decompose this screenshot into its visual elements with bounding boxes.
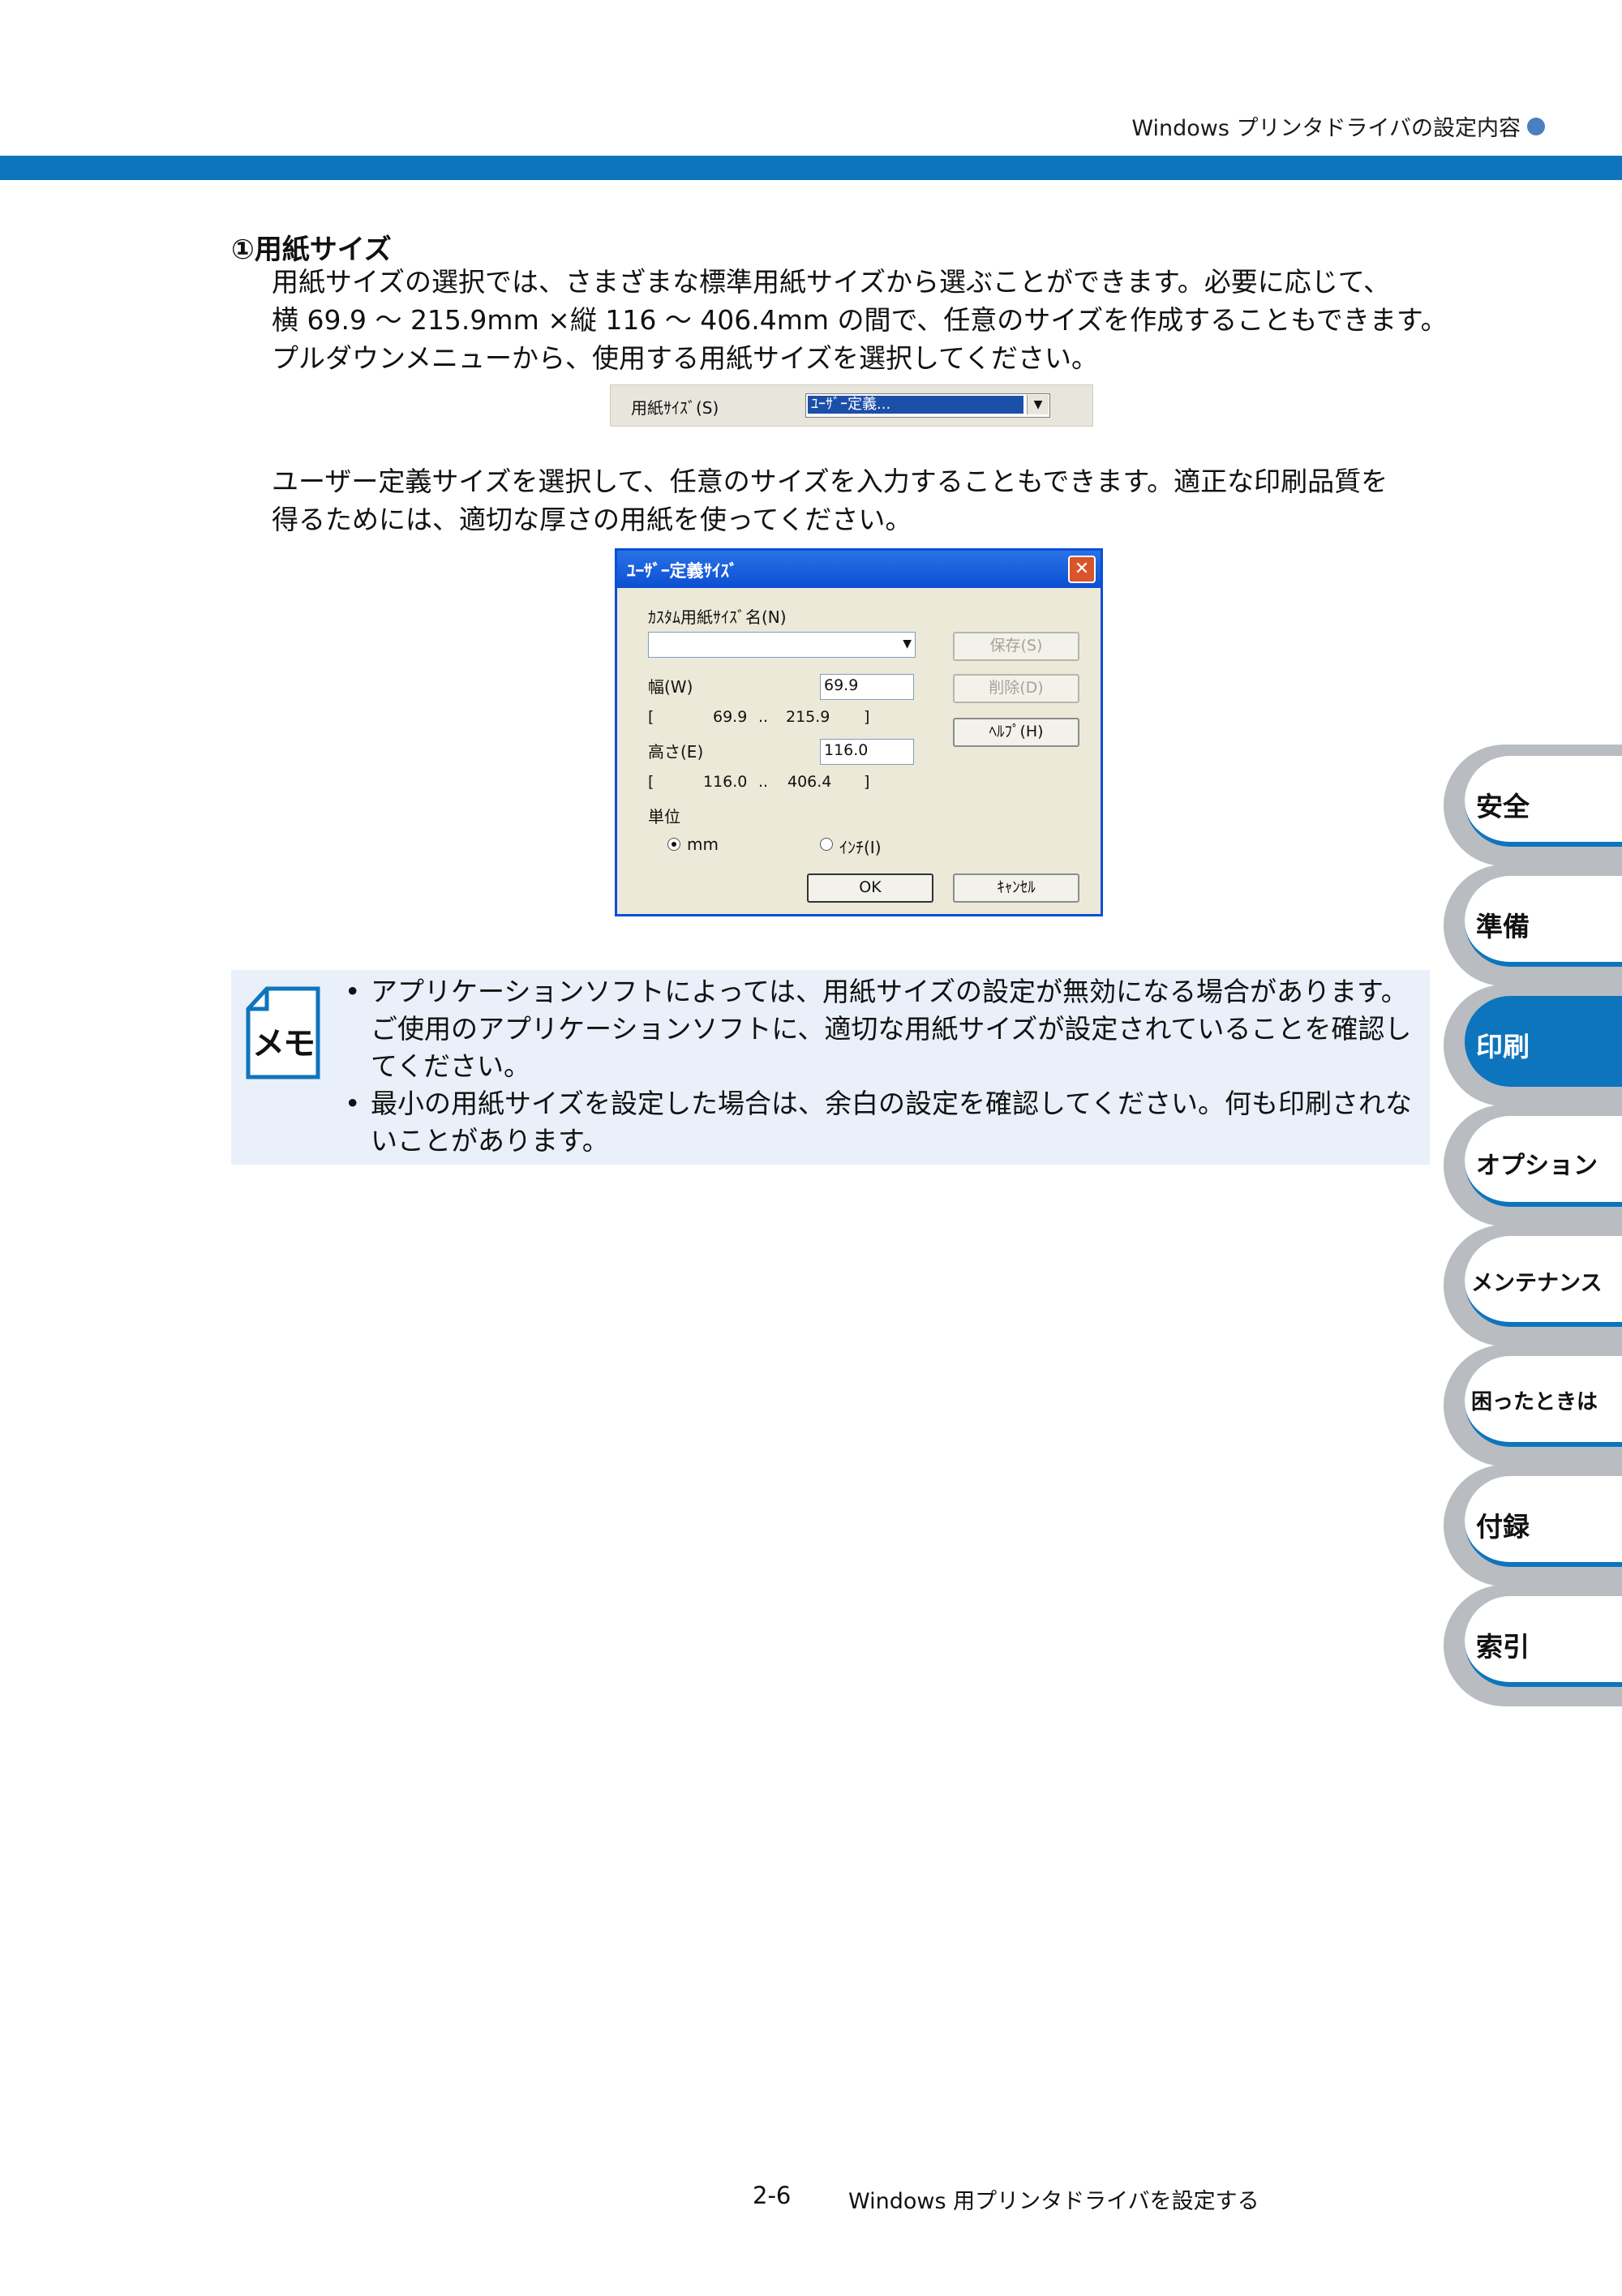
cancel-button[interactable]: ｷｬﾝｾﾙ [953,873,1079,903]
memo-line: 最小の用紙サイズを設定した場合は、余白の設定を確認してください。何も印刷されな [371,1088,1413,1119]
tab-label: オプション [1476,1152,1598,1180]
height-range: [ 116.0 .. 406.4 ] [648,773,869,791]
paper-size-select[interactable]: ﾕｰｻﾞｰ定義... ▼ [805,393,1050,418]
tab-label: 困ったときは [1471,1390,1598,1414]
unit-inch-radio[interactable] [820,838,833,851]
memo-icon-text: メモ [252,1025,315,1062]
memo-line: てください。 [371,1050,531,1082]
dialog-title-bar: ﾕｰｻﾞｰ定義ｻｲｽﾞ ✕ [617,551,1101,588]
tab-options[interactable]: オプション [1444,1105,1622,1226]
unit-inch-label[interactable]: ｲﾝﾁ(I) [839,835,882,858]
height-range-open: [ [648,773,654,791]
tab-troubleshooting[interactable]: 困ったときは [1444,1345,1622,1466]
height-range-min: 116.0 [703,773,748,791]
memo-line: ご使用のアプリケーションソフトに、適切な用紙サイズが設定されていることを確認し [371,1013,1412,1045]
width-label: 幅(W) [648,677,693,697]
delete-button[interactable]: 削除(D) [953,674,1079,703]
tab-print[interactable]: 印刷 [1444,985,1622,1106]
tab-maintenance[interactable]: メンテナンス [1444,1225,1622,1346]
custom-name-label: ｶｽﾀﾑ用紙ｻｲｽﾞ名(N) [648,607,787,627]
paper-size-label: 用紙ｻｲｽﾞ(S) [631,398,719,418]
user-defined-size-dialog: ﾕｰｻﾞｰ定義ｻｲｽﾞ ✕ ｶｽﾀﾑ用紙ｻｲｽﾞ名(N) ▼ 保存(S) 幅(W… [615,548,1103,916]
bullet-icon: • [345,976,361,1007]
unit-label: 単位 [648,807,680,826]
help-button[interactable]: ﾍﾙﾌﾟ(H) [953,718,1079,747]
height-range-close: ] [864,773,870,791]
unit-mm-radio[interactable] [667,838,680,851]
width-field[interactable]: 69.9 [820,674,914,700]
save-button[interactable]: 保存(S) [953,632,1079,661]
dialog-title: ﾕｰｻﾞｰ定義ｻｲｽﾞ [627,561,738,581]
chevron-down-icon[interactable]: ▼ [903,637,912,650]
page-number: 2-6 [753,2182,792,2209]
paragraph-line: 横 69.9 〜 215.9mm ×縦 116 〜 406.4mm の間で、任意… [272,304,1448,336]
width-range-sep: .. [758,708,769,726]
height-label: 高さ(E) [648,742,704,762]
width-range-close: ] [864,708,870,726]
tab-safety[interactable]: 安全 [1444,745,1622,866]
height-field[interactable]: 116.0 [820,739,914,765]
tab-label: 索引 [1476,1631,1530,1663]
tab-label: 付録 [1476,1511,1530,1543]
unit-mm-label[interactable]: mm [687,835,719,854]
custom-name-select[interactable]: ▼ [648,632,916,658]
memo-line: いことがあります。 [371,1125,609,1157]
tab-label: メンテナンス [1471,1271,1603,1296]
paragraph-line: プルダウンメニューから、使用する用紙サイズを選択してください。 [272,342,1099,374]
tab-preparation[interactable]: 準備 [1444,865,1622,986]
paragraph-line: 得るためには、適切な厚さの用紙を使ってください。 [272,504,912,535]
section-title: ①用紙サイズ [231,234,392,266]
tab-label: 安全 [1476,791,1530,822]
header-dot-icon [1527,117,1545,135]
memo-text: • アプリケーションソフトによっては、用紙サイズの設定が無効になる場合があります… [345,973,1423,1165]
close-icon[interactable]: ✕ [1068,556,1096,583]
header-bar [0,156,1622,180]
width-range-max: 215.9 [786,708,830,726]
height-range-sep: .. [758,773,769,791]
width-range-open: [ [648,708,654,726]
width-range-min: 69.9 [713,708,748,726]
page-header: Windows プリンタドライバの設定内容 [1131,110,1545,142]
height-range-max: 406.4 [787,773,832,791]
memo-line: アプリケーションソフトによっては、用紙サイズの設定が無効になる場合があります。 [371,976,1408,1007]
header-title: Windows プリンタドライバの設定内容 [1131,116,1521,141]
memo-box: メモ • アプリケーションソフトによっては、用紙サイズの設定が無効になる場合があ… [231,970,1430,1165]
footer-title: Windows 用プリンタドライバを設定する [848,2189,1259,2214]
tab-appendix[interactable]: 付録 [1444,1465,1622,1586]
tab-label: 印刷 [1476,1031,1530,1062]
paper-size-value: ﾕｰｻﾞｰ定義... [808,396,1023,414]
paper-size-control: 用紙ｻｲｽﾞ(S) ﾕｰｻﾞｰ定義... ▼ [610,384,1093,427]
ok-button[interactable]: OK [807,873,933,903]
paragraph-line: ユーザー定義サイズを選択して、任意のサイズを入力することもできます。適正な印刷品… [272,466,1388,497]
chevron-down-icon[interactable]: ▼ [1027,395,1049,414]
tab-index[interactable]: 索引 [1444,1585,1622,1706]
paragraph-line: 用紙サイズの選択では、さまざまな標準用紙サイズから選ぶことができます。必要に応じ… [272,266,1391,298]
tab-label: 準備 [1476,911,1530,942]
memo-icon: メモ [246,986,320,1079]
width-range: [ 69.9 .. 215.9 ] [648,708,869,726]
bullet-icon: • [345,1088,361,1119]
